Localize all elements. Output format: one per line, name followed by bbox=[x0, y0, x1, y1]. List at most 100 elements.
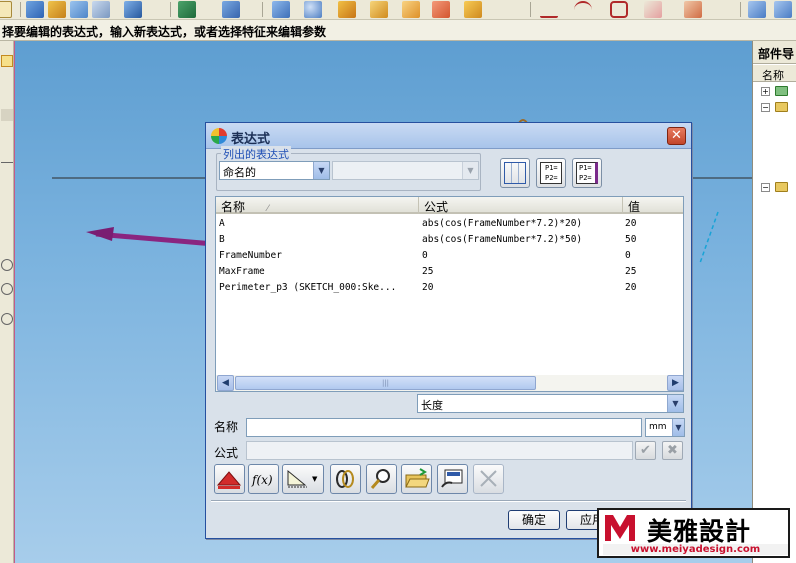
scroll-right-icon[interactable]: ▶ bbox=[667, 375, 683, 391]
app-logo-icon bbox=[211, 128, 227, 144]
vector-arrow-head bbox=[86, 227, 114, 241]
reject-formula-button[interactable]: ✖ bbox=[662, 441, 683, 460]
edit-curve-icon[interactable] bbox=[644, 1, 662, 18]
cone-icon[interactable] bbox=[272, 1, 290, 18]
view2-icon[interactable] bbox=[774, 1, 792, 18]
table-row[interactable]: MaxFrame 25 25 bbox=[216, 264, 683, 280]
column-header-formula-label: 公式 bbox=[424, 200, 449, 214]
expression-type-value: 长度 bbox=[421, 399, 443, 412]
cell-value: 25 bbox=[625, 266, 637, 277]
delete-expression-button[interactable] bbox=[214, 464, 245, 494]
svg-text:▼: ▼ bbox=[312, 475, 318, 483]
collapse-icon[interactable]: − bbox=[761, 103, 770, 112]
name-field[interactable] bbox=[246, 418, 642, 437]
chevron-down-icon[interactable]: ▼ bbox=[667, 395, 683, 412]
sphere-icon[interactable] bbox=[304, 1, 322, 18]
cross-icon: ✖ bbox=[667, 443, 678, 458]
arc-icon[interactable] bbox=[574, 1, 592, 18]
expression-type-dropdown[interactable]: 长度 ▼ bbox=[417, 394, 684, 413]
chevron-down-icon[interactable]: ▼ bbox=[313, 162, 329, 179]
toolbar-separator bbox=[530, 2, 531, 17]
cell-value: 0 bbox=[625, 250, 631, 261]
table-row[interactable]: B abs(cos(FrameNumber*7.2)*50) 50 bbox=[216, 232, 683, 248]
cell-formula: abs(cos(FrameNumber*7.2)*50) bbox=[422, 234, 583, 245]
formula-label: 公式 bbox=[214, 446, 239, 460]
block-icon[interactable] bbox=[178, 1, 196, 18]
rounded-box-icon[interactable] bbox=[370, 1, 388, 18]
p1-p2-import-icon: P1= P2= bbox=[540, 162, 562, 184]
arc-tool-icon[interactable] bbox=[1, 259, 13, 271]
unit-value: mm bbox=[649, 422, 667, 432]
sketch-icon[interactable] bbox=[0, 1, 12, 18]
table-header: 名称 ⁄ 公式 值 bbox=[216, 197, 683, 214]
triangle-up-icon bbox=[216, 471, 242, 489]
circle-tool-icon[interactable] bbox=[1, 283, 13, 295]
shade-icon[interactable] bbox=[684, 1, 702, 18]
function-button[interactable]: f(x) bbox=[248, 464, 279, 494]
accept-formula-button[interactable]: ✔ bbox=[635, 441, 656, 460]
link-expression-button[interactable] bbox=[330, 464, 361, 494]
horizontal-scrollbar[interactable]: ◀ ||| ▶ bbox=[216, 375, 683, 391]
unit-dropdown[interactable]: mm ▼ bbox=[645, 418, 685, 437]
export-expressions-button[interactable]: P1= P2= bbox=[572, 158, 602, 188]
feature-icon[interactable] bbox=[124, 1, 142, 18]
watermark-brand: 美雅設計 bbox=[647, 517, 752, 546]
refresh-expressions-button[interactable] bbox=[437, 464, 468, 494]
cell-formula: 25 bbox=[422, 266, 434, 277]
cell-formula: 20 bbox=[422, 282, 434, 293]
watermark-url: www.meiyadesign.com bbox=[603, 544, 788, 555]
column-header-name[interactable]: 名称 ⁄ bbox=[216, 197, 419, 214]
sweep-icon[interactable] bbox=[70, 1, 88, 18]
sort-icon: ⁄ bbox=[267, 204, 269, 214]
chamfer-icon[interactable] bbox=[432, 1, 450, 18]
revolve-icon[interactable] bbox=[48, 1, 66, 18]
import-expressions-button[interactable]: P1= P2= bbox=[536, 158, 566, 188]
spline-icon[interactable] bbox=[610, 1, 628, 18]
cell-name: B bbox=[219, 234, 225, 245]
refresh-icon bbox=[441, 469, 463, 488]
dashed-curve bbox=[699, 211, 719, 264]
fillet-icon[interactable] bbox=[402, 1, 420, 18]
datum-icon[interactable] bbox=[92, 1, 110, 18]
column-header-value[interactable]: 值 bbox=[623, 197, 683, 214]
scroll-left-icon[interactable]: ◀ bbox=[217, 375, 234, 391]
table-row[interactable]: FrameNumber 0 0 bbox=[216, 248, 683, 264]
model-icon bbox=[775, 86, 788, 96]
expression-dialog: 表达式 ✕ 列出的表达式 命名的 ▼ ▼ P1= P2= P1= P2= 名称 ⁄ 公… bbox=[205, 122, 692, 539]
magnifier-icon bbox=[370, 469, 390, 489]
extrude-icon[interactable] bbox=[26, 1, 44, 18]
ok-button[interactable]: 确定 bbox=[508, 510, 560, 530]
expand-icon[interactable]: + bbox=[761, 87, 770, 96]
measure-button[interactable]: ▼ bbox=[282, 464, 324, 494]
table-row[interactable]: Perimeter_p3 (SKETCH_000:Ske... 20 20 bbox=[216, 280, 683, 296]
collapse-icon[interactable]: − bbox=[761, 183, 770, 192]
line-tool-icon[interactable] bbox=[1, 151, 13, 163]
list-filter-dropdown[interactable]: 命名的 ▼ bbox=[219, 161, 330, 180]
select-icon[interactable] bbox=[1, 109, 13, 121]
close-button[interactable]: ✕ bbox=[667, 127, 686, 145]
spreadsheet-icon bbox=[504, 162, 526, 184]
cell-name: FrameNumber bbox=[219, 250, 282, 261]
navigator-column-header[interactable]: 名称 bbox=[753, 65, 796, 82]
curve-icon[interactable] bbox=[540, 1, 558, 18]
shell-icon[interactable] bbox=[464, 1, 482, 18]
view-icon[interactable] bbox=[748, 1, 766, 18]
circle2-tool-icon[interactable] bbox=[1, 313, 13, 325]
cylinder-icon[interactable] bbox=[222, 1, 240, 18]
function-icon: f(x) bbox=[251, 473, 273, 487]
spreadsheet-button[interactable] bbox=[500, 158, 530, 188]
open-file-button[interactable] bbox=[401, 464, 432, 494]
cell-name: Perimeter_p3 (SKETCH_000:Ske... bbox=[219, 282, 397, 293]
box-icon[interactable] bbox=[338, 1, 356, 18]
chevron-down-icon[interactable]: ▼ bbox=[672, 419, 684, 436]
listed-expressions-group: 列出的表达式 命名的 ▼ ▼ bbox=[216, 146, 481, 191]
find-expression-button[interactable] bbox=[366, 464, 397, 494]
formula-field[interactable] bbox=[246, 441, 633, 460]
p1-p2-export-icon: P1= P2= bbox=[576, 162, 598, 184]
delete-cross-icon bbox=[480, 470, 497, 487]
edit-icon[interactable] bbox=[1, 55, 13, 67]
scroll-thumb[interactable]: ||| bbox=[235, 376, 536, 390]
toolbar-separator bbox=[262, 2, 263, 17]
table-row[interactable]: A abs(cos(FrameNumber*7.2)*20) 20 bbox=[216, 216, 683, 232]
column-header-formula[interactable]: 公式 bbox=[419, 197, 623, 214]
